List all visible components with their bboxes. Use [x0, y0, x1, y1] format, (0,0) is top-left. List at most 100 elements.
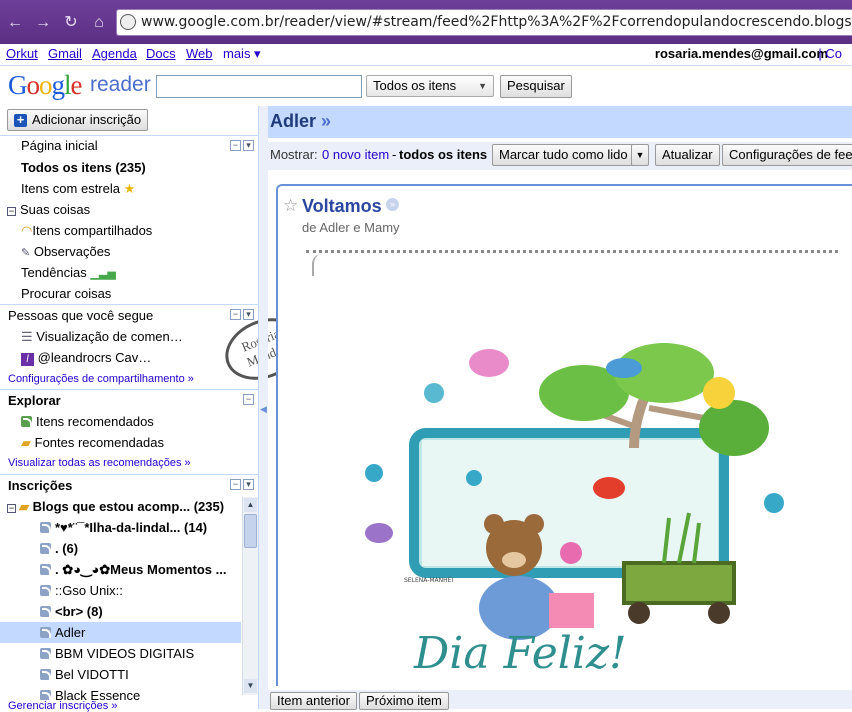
- all-items-option[interactable]: todos os itens: [399, 147, 487, 162]
- address-bar[interactable]: www.google.com.br/reader/view/#stream/fe…: [116, 9, 852, 36]
- feed-icon: [21, 416, 32, 427]
- flower: [764, 493, 784, 513]
- next-item-button[interactable]: Próximo item: [359, 692, 449, 710]
- feed-settings-button[interactable]: Configurações de feed: [722, 144, 852, 166]
- folder-icon: ▰: [21, 435, 31, 450]
- entry-title[interactable]: Voltamos: [302, 196, 382, 217]
- manage-subscriptions-link[interactable]: Gerenciar inscrições »: [8, 700, 118, 712]
- user-email: rosaria.mendes@gmail.com: [654, 46, 828, 61]
- forward-icon[interactable]: →: [32, 14, 54, 32]
- feed-item[interactable]: BBM VIDEOS DIGITAIS: [40, 646, 240, 661]
- feed-icon: [40, 627, 51, 638]
- feed-item[interactable]: <br> (8): [40, 604, 240, 619]
- minimize-icon[interactable]: −: [230, 140, 241, 151]
- subscription-folder[interactable]: − ▰ Blogs que estou acomp... (235): [7, 499, 242, 515]
- gbar-overflow[interactable]: | Co: [818, 46, 842, 61]
- nav-all-items[interactable]: Todos os itens (235): [21, 160, 146, 175]
- subscriptions-scrollbar[interactable]: ▲ ▼: [242, 497, 258, 695]
- star-icon: ★: [123, 181, 136, 196]
- menu-arrow-icon[interactable]: ▾: [243, 479, 254, 490]
- collapse-pane-icon[interactable]: ◀: [260, 404, 267, 415]
- avatar: l: [21, 353, 34, 366]
- feed-item[interactable]: . ✿◕‿◕✿Meus Momentos ...: [40, 562, 240, 578]
- feed-item[interactable]: Bel VIDOTTI: [40, 667, 240, 682]
- menu-arrow-icon[interactable]: ▾: [243, 309, 254, 320]
- explore-item[interactable]: Itens recomendados: [21, 414, 154, 429]
- sidebar-divider: [0, 389, 258, 390]
- previous-item-button[interactable]: Item anterior: [270, 692, 357, 710]
- back-icon[interactable]: ←: [4, 14, 26, 32]
- pane-splitter[interactable]: ◀: [258, 106, 268, 709]
- search-input[interactable]: [156, 75, 362, 98]
- logo-brand: Google: [8, 70, 82, 100]
- new-items-link[interactable]: 0 novo item: [322, 147, 389, 162]
- filter-select[interactable]: Todos os itens ▼: [366, 75, 494, 97]
- feed-item-selected[interactable]: Adler: [40, 625, 240, 640]
- browser-toolbar: ← → ↻ ⌂ www.google.com.br/reader/view/#s…: [0, 0, 852, 44]
- explore-item-label: Fontes recomendadas: [34, 435, 164, 450]
- scroll-up-icon[interactable]: ▲: [244, 498, 257, 512]
- minimize-icon[interactable]: −: [230, 479, 241, 490]
- sun: [703, 377, 735, 409]
- feed-item[interactable]: ::Gso Unix::: [40, 583, 240, 598]
- web-link[interactable]: Web: [186, 46, 213, 61]
- search-button[interactable]: Pesquisar: [500, 75, 572, 98]
- flower: [466, 470, 482, 486]
- add-subscription-button[interactable]: + Adicionar inscrição: [7, 109, 149, 131]
- flower: [365, 464, 383, 482]
- feed-title[interactable]: Adler »: [270, 111, 331, 132]
- feed-item-label: ::Gso Unix::: [55, 583, 123, 598]
- docs-link[interactable]: Docs: [146, 46, 176, 61]
- scroll-thumb[interactable]: [244, 514, 257, 548]
- feed-icon: [40, 606, 51, 617]
- minimize-icon[interactable]: −: [243, 394, 254, 405]
- people-item-label: @leandrocrs Cav…: [37, 350, 152, 365]
- note-icon: ✎: [21, 247, 31, 259]
- art-signature: SELENA-MANHEI: [404, 577, 453, 584]
- feed-icon: [40, 543, 51, 554]
- minimize-icon[interactable]: −: [230, 309, 241, 320]
- nav-notes[interactable]: ✎ Observações: [21, 244, 110, 259]
- butterfly: [469, 349, 509, 377]
- mark-all-read-button[interactable]: Marcar tudo como lido: [492, 144, 635, 166]
- shared-icon: ◠: [21, 223, 33, 238]
- agenda-link[interactable]: Agenda: [92, 46, 137, 61]
- nav-your-stuff[interactable]: − Suas coisas: [7, 202, 90, 217]
- globe-icon: [120, 14, 136, 30]
- star-icon[interactable]: ☆: [283, 196, 298, 216]
- open-link-icon[interactable]: »: [386, 198, 399, 211]
- flower: [560, 542, 582, 564]
- nav-shared-items[interactable]: ◠Itens compartilhados: [21, 223, 152, 239]
- menu-arrow-icon[interactable]: ▾: [243, 140, 254, 151]
- gmail-link[interactable]: Gmail: [48, 46, 82, 61]
- feed-icon: [40, 585, 51, 596]
- refresh-button[interactable]: Atualizar: [655, 144, 720, 166]
- nav-home[interactable]: Página inicial: [21, 138, 98, 153]
- nav-browse[interactable]: Procurar coisas: [21, 286, 111, 301]
- chevron-down-icon[interactable]: ▼: [631, 144, 649, 166]
- feed-icon: [40, 669, 51, 680]
- feed-item-label: . (6): [55, 541, 79, 556]
- wagon: [622, 561, 736, 605]
- reload-icon[interactable]: ↻: [60, 14, 82, 32]
- nav-starred[interactable]: Itens com estrela ★: [21, 181, 135, 197]
- logo-product: reader: [90, 73, 151, 96]
- orkut-link[interactable]: Orkut: [6, 46, 38, 61]
- feed-icon: [40, 564, 51, 575]
- plus-icon: +: [14, 113, 27, 127]
- nav-starred-label: Itens com estrela: [21, 181, 120, 196]
- collapse-icon: −: [7, 206, 16, 216]
- sidebar-divider: [0, 135, 258, 136]
- google-reader-logo[interactable]: Google reader: [8, 70, 151, 101]
- all-recommendations-link[interactable]: Visualizar todas as recomendações »: [8, 457, 191, 469]
- nav-trends[interactable]: Tendências ▁▃▅: [21, 265, 116, 280]
- scroll-down-icon[interactable]: ▼: [244, 679, 257, 693]
- explore-item[interactable]: ▰ Fontes recomendadas: [21, 435, 164, 451]
- people-item[interactable]: l @leandrocrs Cav…: [21, 350, 201, 366]
- people-item[interactable]: ☰ Visualização de comen…: [21, 329, 201, 345]
- more-link[interactable]: mais ▾: [223, 46, 261, 62]
- home-icon[interactable]: ⌂: [88, 14, 110, 32]
- feed-item[interactable]: . (6): [40, 541, 240, 556]
- sharing-settings-link[interactable]: Configurações de compartilhamento »: [8, 373, 194, 385]
- feed-item[interactable]: *♥*¨¯*Ilha-da-lindal... (14): [40, 520, 240, 535]
